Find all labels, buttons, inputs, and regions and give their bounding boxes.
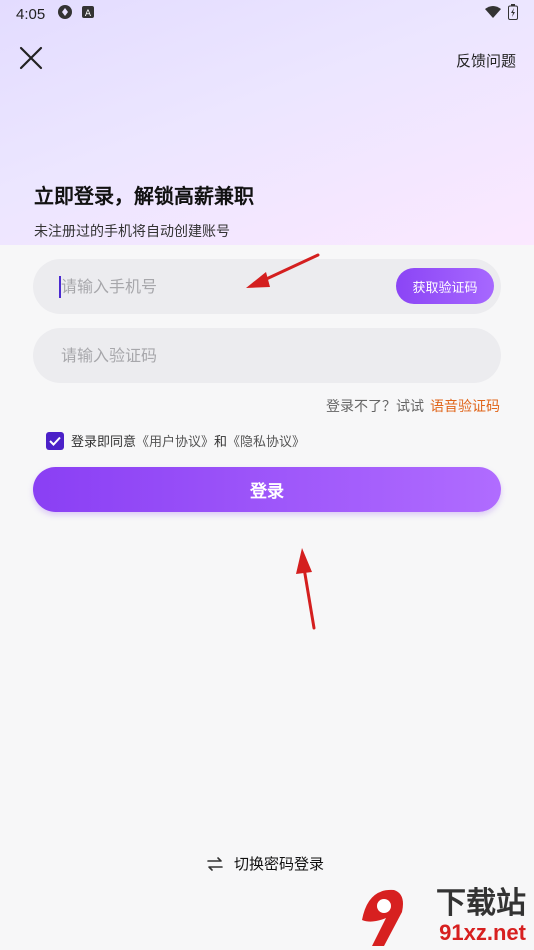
voice-code-row: 登录不了？试试 语音验证码 — [326, 396, 500, 416]
code-input[interactable] — [61, 328, 381, 383]
get-code-button[interactable]: 获取验证码 — [396, 268, 494, 304]
wifi-icon — [484, 5, 502, 23]
switch-label: 切换密码登录 — [234, 855, 325, 873]
agree-and: 和 — [214, 435, 228, 450]
privacy-policy-link[interactable]: 《隐私协议》 — [227, 431, 305, 450]
sync-icon — [57, 4, 73, 24]
agreement-row: 登录即同意 《用户协议》 和 《隐私协议》 — [46, 431, 305, 450]
agree-prefix: 登录即同意 — [71, 435, 137, 450]
svg-text:A: A — [85, 9, 92, 19]
close-icon[interactable] — [18, 45, 44, 71]
check-icon — [49, 436, 61, 446]
voice-prompt: 登录不了？试试 — [326, 399, 424, 415]
page-subtitle: 未注册过的手机将自动创建账号 — [34, 224, 230, 240]
watermark-domain: 91xz.net — [439, 920, 526, 945]
phone-input[interactable] — [61, 259, 381, 314]
watermark-brand: 下载站 — [436, 886, 526, 921]
page-title: 立即登录，解锁高薪兼职 — [34, 184, 254, 208]
battery-charging-icon — [508, 4, 518, 24]
feedback-button[interactable]: 反馈问题 — [456, 50, 516, 71]
agree-checkbox[interactable] — [46, 431, 64, 450]
voice-code-link[interactable]: 语音验证码 — [430, 399, 500, 415]
code-field[interactable] — [33, 328, 501, 383]
switch-password-login[interactable]: 切换密码登录 — [206, 853, 324, 874]
status-time: 4:05 — [16, 5, 46, 23]
phone-field[interactable]: 获取验证码 — [33, 259, 501, 314]
login-button[interactable]: 登录 — [33, 467, 501, 512]
notification-a-icon: A — [81, 5, 95, 23]
status-bar: 4:05 A — [0, 0, 534, 28]
annotation-arrow-2 — [296, 548, 316, 630]
user-agreement-link[interactable]: 《用户协议》 — [136, 431, 214, 450]
site-watermark: 下载站 91xz.net — [354, 880, 534, 950]
swap-icon — [207, 856, 223, 871]
watermark-logo-icon — [362, 889, 403, 946]
